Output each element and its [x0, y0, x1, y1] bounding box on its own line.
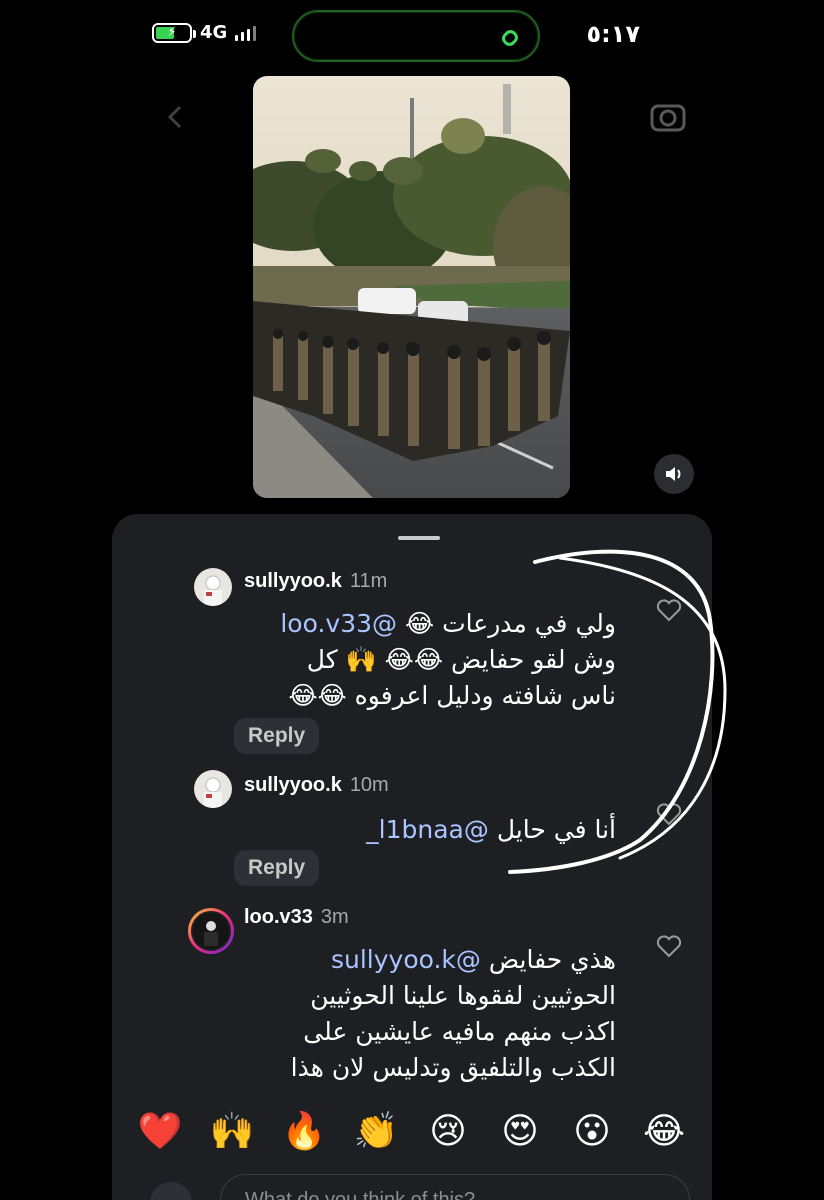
battery-icon: ⚡	[152, 22, 196, 43]
comment-time: 11m	[349, 570, 388, 592]
network-type: 4G	[200, 22, 228, 43]
reaction-heart[interactable]: ❤️	[124, 1110, 196, 1154]
like-heart-icon[interactable]	[656, 802, 682, 826]
reaction-fire[interactable]: 🔥	[268, 1110, 340, 1154]
speaker-icon	[666, 467, 681, 481]
mention-link[interactable]: @loo.v33	[280, 609, 397, 638]
status-bar-left: ⚡ 4G	[152, 22, 257, 43]
camera-icon	[650, 104, 686, 132]
signal-icon	[235, 25, 257, 41]
reaction-crying[interactable]: 😢	[412, 1110, 484, 1154]
avatar[interactable]	[194, 568, 232, 606]
comment-text: أنا في حايل @l1bnaa_	[366, 815, 616, 844]
comment-input[interactable]: What do you think of this?	[220, 1174, 690, 1200]
sheet-drag-handle[interactable]	[398, 536, 440, 540]
video-frame	[253, 76, 570, 498]
like-heart-icon[interactable]	[656, 598, 682, 622]
comment-username[interactable]: loo.v33 3m	[244, 906, 349, 929]
comments-sheet: sullyyoo.k 11m ولي في مدرعات 😂 @loo.v33 و…	[112, 514, 712, 1200]
comment-time: 3m	[320, 906, 349, 928]
like-heart-icon[interactable]	[656, 934, 682, 958]
volume-button[interactable]	[654, 454, 694, 494]
reply-button[interactable]: Reply	[234, 850, 320, 886]
quick-reactions-bar: ❤️ 🙌 🔥 👏 😢 😍 😮 😂	[0, 1110, 824, 1154]
mention-link[interactable]: @sullyyoo.k	[331, 945, 481, 974]
comment-username[interactable]: sullyyoo.k 11m	[244, 570, 387, 593]
reaction-raised-hands[interactable]: 🙌	[196, 1110, 268, 1154]
comment-time: 10m	[349, 774, 389, 796]
status-time: ٥:١٧	[586, 20, 640, 48]
comment-text: هذي حفايض @sullyyoo.k الحوثيين لفقوها عل…	[290, 945, 616, 1082]
avatar[interactable]	[194, 770, 232, 808]
reply-button[interactable]: Reply	[234, 718, 320, 754]
link-icon	[502, 30, 518, 46]
reaction-surprised[interactable]: 😮	[556, 1110, 628, 1154]
reaction-clap[interactable]: 👏	[340, 1110, 412, 1154]
dynamic-island	[292, 10, 540, 62]
video-player[interactable]	[253, 76, 570, 498]
back-icon	[167, 105, 182, 129]
mention-link[interactable]: @l1bnaa_	[366, 815, 489, 844]
comment-username[interactable]: sullyyoo.k 10m	[244, 774, 389, 797]
reaction-laughing[interactable]: 😂	[628, 1110, 700, 1154]
comment-text: ولي في مدرعات 😂 @loo.v33 وش لقو حفايض 😂😂…	[280, 609, 616, 710]
reaction-heart-eyes[interactable]: 😍	[484, 1110, 556, 1154]
